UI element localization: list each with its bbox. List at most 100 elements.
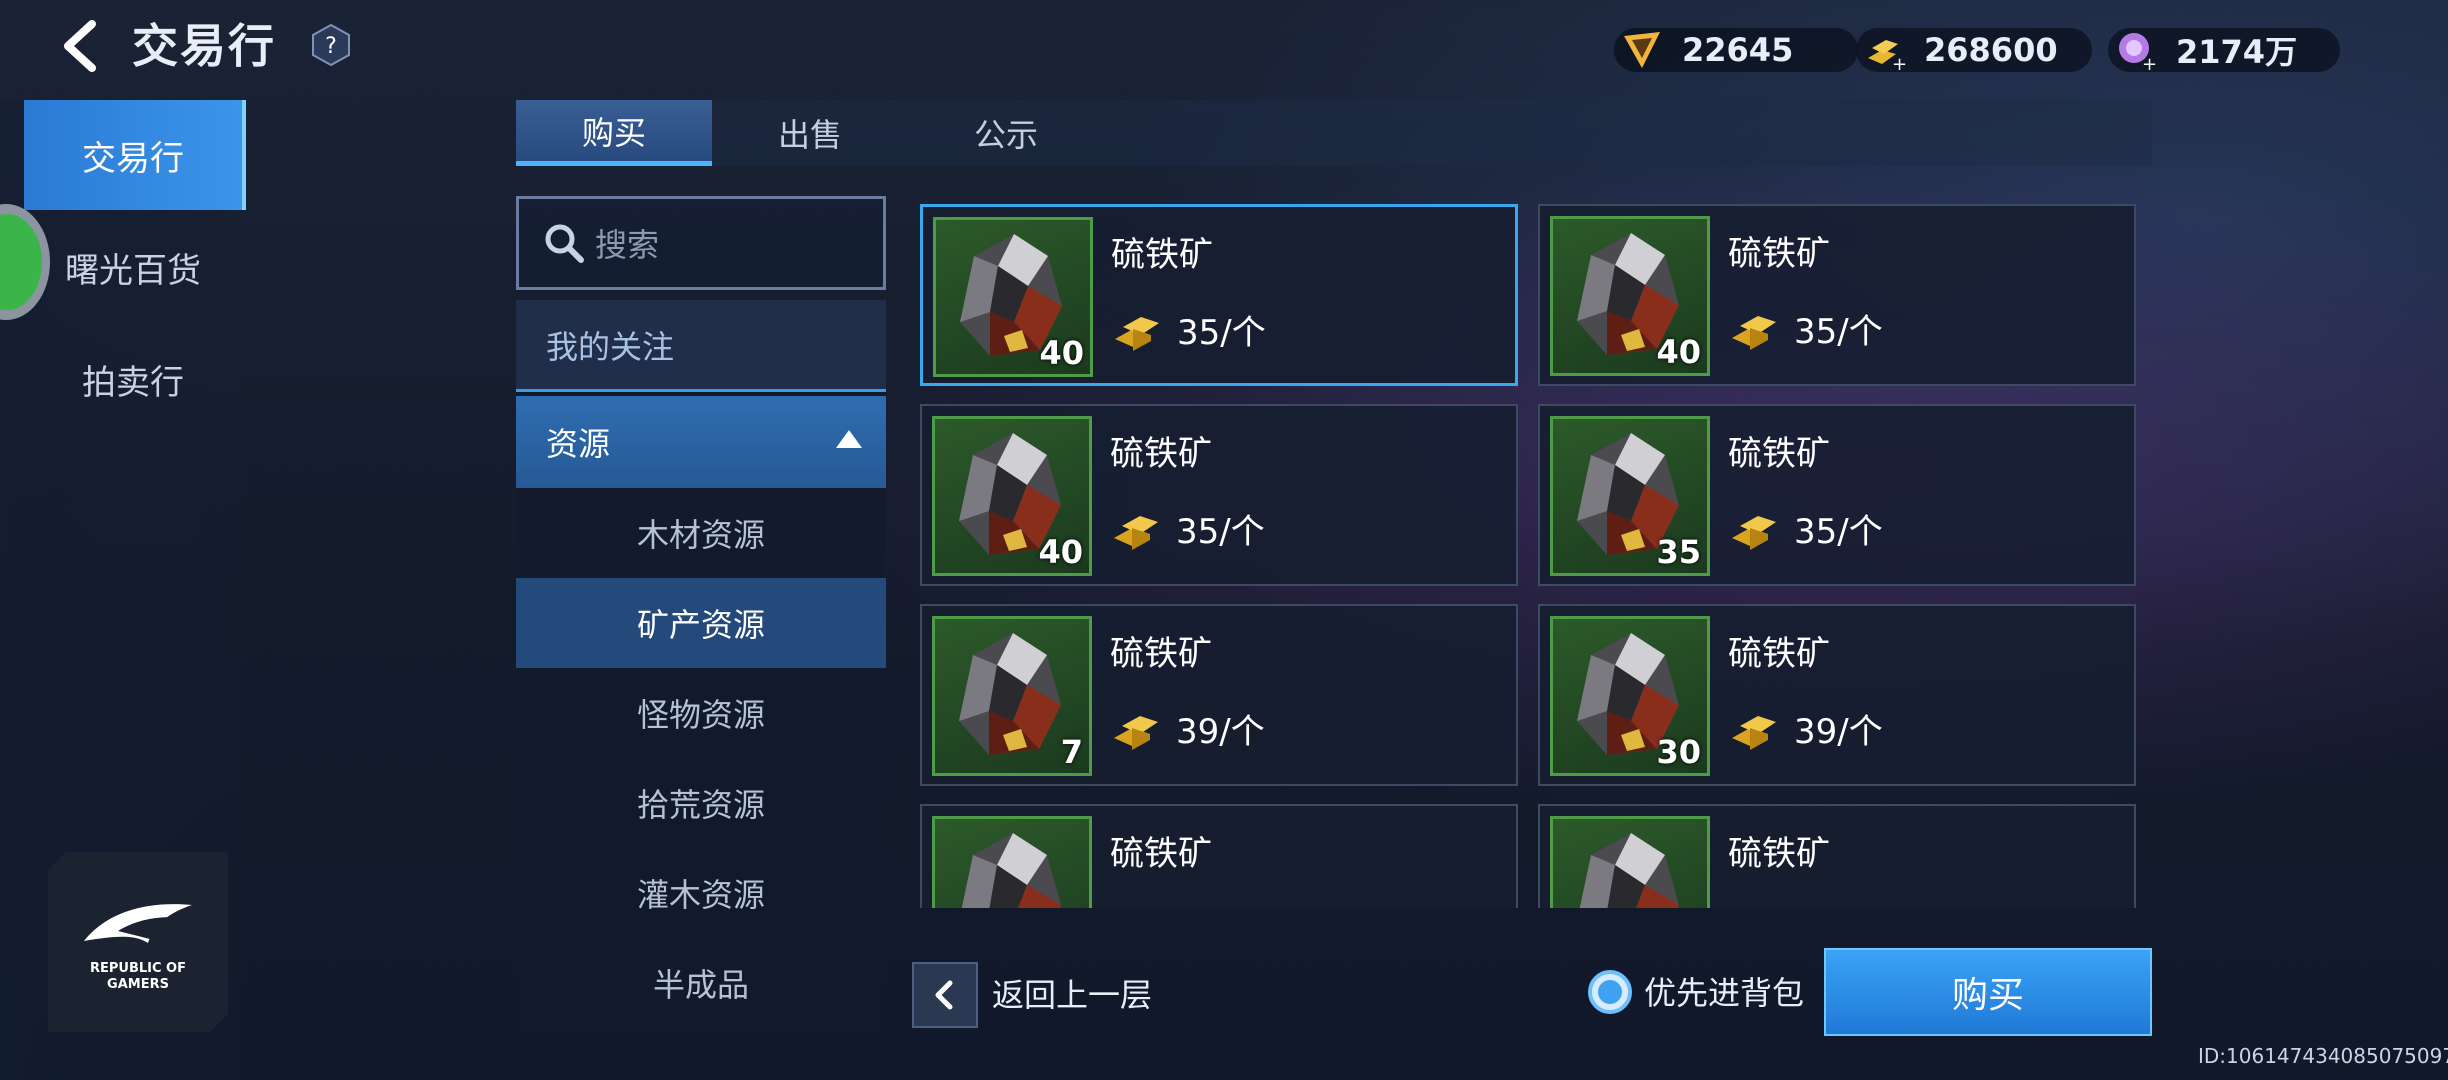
pyrite-ore-icon xyxy=(961,833,1061,908)
item-price: 35/个 xyxy=(1176,512,1265,552)
gold-bars-add-icon: + xyxy=(1868,40,1906,72)
item-thumbnail xyxy=(1550,816,1710,908)
tab-buy[interactable]: 购买 xyxy=(516,100,712,166)
gold-bars-icon xyxy=(1115,316,1159,351)
nav-item-shop[interactable]: 曙光百货 xyxy=(24,212,242,322)
listing-card[interactable]: 硫铁矿 xyxy=(1538,804,2136,908)
currency-gold[interactable]: + 268600 xyxy=(1856,28,2092,72)
item-quantity: 40 xyxy=(1656,333,1701,371)
search-icon xyxy=(545,224,584,263)
category-favorites[interactable]: 我的关注 xyxy=(516,300,886,392)
category-resources-label: 资源 xyxy=(546,425,611,463)
item-price: 35/个 xyxy=(1177,313,1266,353)
rog-logo: REPUBLIC OF GAMERS xyxy=(48,852,228,1032)
chevron-left-icon xyxy=(935,980,953,1010)
item-price: 35/个 xyxy=(1794,312,1883,352)
category-resources[interactable]: 资源 xyxy=(516,396,886,488)
listing-card[interactable]: 40 硫铁矿 35/个 xyxy=(1538,204,2136,386)
currency-gem[interactable]: 22645 xyxy=(1614,28,1858,72)
item-thumbnail: 40 xyxy=(1550,216,1710,376)
tab-announce[interactable]: 公示 xyxy=(908,100,1104,166)
gold-bars-icon xyxy=(1114,715,1158,750)
subcategory-monster[interactable]: 怪物资源 xyxy=(516,668,886,758)
item-thumbnail: 40 xyxy=(933,217,1093,377)
currency-value: 22645 xyxy=(1682,31,1794,69)
currency-value: 2174万 xyxy=(2176,33,2298,71)
item-thumbnail xyxy=(932,816,1092,908)
subcategory-semi-finished[interactable]: 半成品 xyxy=(516,938,886,1028)
search-input[interactable]: 搜索 xyxy=(516,196,886,290)
item-price-row: 39/个 xyxy=(1110,704,1265,753)
help-label: ? xyxy=(325,34,337,59)
rog-eye-icon xyxy=(84,904,192,943)
item-price-row: 35/个 xyxy=(1728,504,1883,553)
triangle-gem-icon xyxy=(1624,32,1660,68)
gold-bars-icon xyxy=(1732,515,1776,550)
item-quantity: 40 xyxy=(1038,533,1083,571)
item-price: 39/个 xyxy=(1176,712,1265,752)
item-thumbnail: 30 xyxy=(1550,616,1710,776)
item-name: 硫铁矿 xyxy=(1110,434,1212,474)
prefer-bag-radio[interactable] xyxy=(1588,970,1632,1014)
svg-text:+: + xyxy=(2142,54,2157,72)
return-button[interactable] xyxy=(912,962,978,1028)
subcategory-wood[interactable]: 木材资源 xyxy=(516,488,886,578)
page-title: 交易行 xyxy=(132,19,276,73)
listing-grid: 40 硫铁矿 35/个 40 硫铁矿 35/个 40 硫铁矿 35/个 35 硫铁矿 35/个 7 硫铁矿… xyxy=(916,196,2152,908)
buy-button[interactable]: 购买 xyxy=(1824,948,2152,1036)
gold-bars-icon xyxy=(1732,715,1776,750)
collapse-up-icon xyxy=(836,430,862,448)
item-quantity: 30 xyxy=(1656,733,1701,771)
listing-card[interactable]: 40 硫铁矿 35/个 xyxy=(920,404,1518,586)
svg-text:+: + xyxy=(1892,54,1906,72)
tab-sell[interactable]: 出售 xyxy=(712,100,908,166)
item-quantity: 40 xyxy=(1039,334,1084,372)
item-price-row: 35/个 xyxy=(1111,305,1266,354)
item-quantity: 7 xyxy=(1060,733,1083,771)
subcategory-shrub[interactable]: 灌木资源 xyxy=(516,848,886,938)
item-name: 硫铁矿 xyxy=(1728,434,1830,474)
subcategory-scavenge[interactable]: 拾荒资源 xyxy=(516,758,886,848)
pyrite-ore-icon xyxy=(1579,833,1679,908)
help-icon: ? xyxy=(312,23,350,67)
item-name: 硫铁矿 xyxy=(1110,834,1212,874)
back-button[interactable] xyxy=(52,14,112,78)
currency-token[interactable]: + 2174万 xyxy=(2108,28,2340,72)
subcategory-mineral[interactable]: 矿产资源 xyxy=(516,578,886,668)
return-label[interactable]: 返回上一层 xyxy=(992,970,1152,1020)
chevron-left-icon xyxy=(64,20,96,72)
currency-value: 268600 xyxy=(1924,31,2058,69)
logo-text-line1: REPUBLIC OF xyxy=(89,961,186,976)
prefer-bag-label[interactable]: 优先进背包 xyxy=(1644,968,1804,1018)
tab-bar: 购买 出售 公示 xyxy=(516,100,2152,166)
item-name: 硫铁矿 xyxy=(1111,235,1213,275)
item-thumbnail: 35 xyxy=(1550,416,1710,576)
item-name: 硫铁矿 xyxy=(1728,834,1830,874)
item-name: 硫铁矿 xyxy=(1728,634,1830,674)
listing-card[interactable]: 40 硫铁矿 35/个 xyxy=(920,204,1518,386)
purple-token-add-icon: + xyxy=(2119,33,2157,72)
item-thumbnail: 40 xyxy=(932,416,1092,576)
nav-item-auction[interactable]: 拍卖行 xyxy=(24,324,242,434)
item-price: 35/个 xyxy=(1794,512,1883,552)
category-panel: 我的关注 资源 木材资源 矿产资源 怪物资源 拾荒资源 灌木资源 半成品 xyxy=(516,300,886,1034)
logo-text-line2: GAMERS xyxy=(107,977,169,992)
gold-bars-icon xyxy=(1732,315,1776,350)
item-price: 39/个 xyxy=(1794,712,1883,752)
gold-bars-icon xyxy=(1114,515,1158,550)
listing-card[interactable]: 30 硫铁矿 39/个 xyxy=(1538,604,2136,786)
listing-card[interactable]: 35 硫铁矿 35/个 xyxy=(1538,404,2136,586)
item-name: 硫铁矿 xyxy=(1110,634,1212,674)
item-price-row: 35/个 xyxy=(1728,304,1883,353)
search-placeholder: 搜索 xyxy=(595,226,660,264)
item-price-row: 35/个 xyxy=(1110,504,1265,553)
listing-card[interactable]: 硫铁矿 xyxy=(920,804,1518,908)
item-price-row: 39/个 xyxy=(1728,704,1883,753)
user-id: ID:1061474340850750975 xyxy=(2198,1044,2448,1068)
nav-item-trading[interactable]: 交易行 xyxy=(24,100,246,210)
item-name: 硫铁矿 xyxy=(1728,234,1830,274)
item-quantity: 35 xyxy=(1656,533,1701,571)
help-button[interactable]: ? xyxy=(312,23,350,67)
listing-card[interactable]: 7 硫铁矿 39/个 xyxy=(920,604,1518,786)
item-thumbnail: 7 xyxy=(932,616,1092,776)
